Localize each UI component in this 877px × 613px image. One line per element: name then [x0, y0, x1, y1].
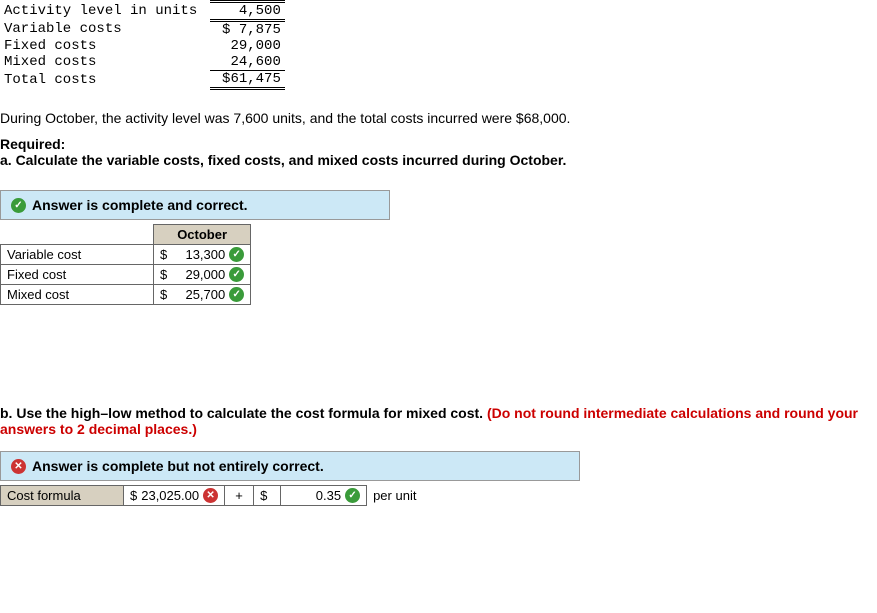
- x-icon: ✕: [203, 488, 218, 503]
- plus-operator: +: [225, 486, 254, 506]
- per-unit-suffix: per unit: [367, 486, 423, 506]
- check-icon: ✓: [11, 198, 26, 213]
- table-a-row-value[interactable]: $29,000✓: [154, 265, 251, 285]
- narrative-text: During October, the activity level was 7…: [0, 110, 877, 126]
- answer-table-a: October Variable cost$13,300✓Fixed cost$…: [0, 224, 251, 305]
- table-a-row-label: Fixed cost: [1, 265, 154, 285]
- given-row-label: Mixed costs: [0, 54, 210, 71]
- part-a-label: a. Calculate the variable costs, fixed c…: [0, 152, 566, 168]
- table-a-row-label: Variable cost: [1, 245, 154, 265]
- given-row-value: 4,500: [210, 2, 285, 21]
- dollar-sign: $: [130, 488, 137, 503]
- variable-cost-cell[interactable]: 0.35 ✓: [281, 486, 367, 506]
- table-a-row-label: Mixed cost: [1, 285, 154, 305]
- variable-cost-value: 0.35: [287, 488, 341, 503]
- given-row-value: 29,000: [210, 38, 285, 54]
- dollar-sign-2: $: [254, 486, 281, 506]
- x-icon: ✕: [11, 459, 26, 474]
- part-b-lead: b. Use the high–low method to calculate …: [0, 405, 487, 421]
- given-row-label: Total costs: [0, 71, 210, 89]
- given-row-label: Fixed costs: [0, 38, 210, 54]
- given-row-value: $61,475: [210, 71, 285, 89]
- given-row-label: Activity level in units: [0, 2, 210, 21]
- answer-banner-b-text: Answer is complete but not entirely corr…: [32, 458, 324, 474]
- fixed-cost-cell[interactable]: $ 23,025.00 ✕: [124, 486, 225, 506]
- given-data-table: Activity level in units 4,500Variable co…: [0, 0, 285, 90]
- table-a-row-value[interactable]: $25,700✓: [154, 285, 251, 305]
- fixed-cost-value: 23,025.00: [141, 488, 199, 503]
- given-row-label: Variable costs: [0, 21, 210, 39]
- part-b-prompt: b. Use the high–low method to calculate …: [0, 405, 877, 437]
- table-a-row-value[interactable]: $13,300✓: [154, 245, 251, 265]
- check-icon: ✓: [229, 267, 244, 282]
- required-label: Required:: [0, 136, 65, 152]
- given-row-value: $ 7,875: [210, 21, 285, 39]
- cost-formula-label: Cost formula: [1, 486, 124, 506]
- check-icon: ✓: [345, 488, 360, 503]
- given-row-value: 24,600: [210, 54, 285, 71]
- check-icon: ✓: [229, 247, 244, 262]
- check-icon: ✓: [229, 287, 244, 302]
- answer-banner-a: ✓ Answer is complete and correct.: [0, 190, 390, 220]
- october-header: October: [154, 225, 251, 245]
- answer-banner-a-text: Answer is complete and correct.: [32, 197, 248, 213]
- answer-banner-b: ✕ Answer is complete but not entirely co…: [0, 451, 580, 481]
- cost-formula-table: Cost formula $ 23,025.00 ✕ + $ 0.35 ✓ pe…: [0, 485, 422, 506]
